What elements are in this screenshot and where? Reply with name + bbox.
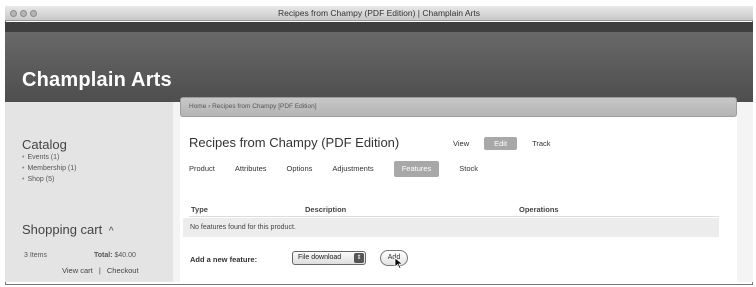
catalog-item-membership[interactable]: Membership (1) — [22, 163, 76, 174]
view-cart-link[interactable]: View cart — [62, 266, 93, 275]
zoom-window-icon[interactable] — [30, 10, 37, 17]
window-title: Recipes from Champy (PDF Edition) | Cham… — [277, 8, 481, 18]
catalog-list: Events (1) Membership (1) Shop (5) — [22, 152, 76, 185]
add-feature-label: Add a new feature: — [190, 255, 258, 264]
page-title: Recipes from Champy (PDF Edition) — [189, 135, 400, 150]
column-type: Type — [191, 205, 208, 214]
window-titlebar: Recipes from Champy (PDF Edition) | Cham… — [5, 6, 753, 21]
subtab-adjustments[interactable]: Adjustments — [332, 161, 373, 177]
catalog-block-title: Catalog — [22, 137, 67, 152]
breadcrumb[interactable]: Home › Recipes from Champy [PDF Edition] — [180, 97, 737, 117]
subtab-product[interactable]: Product — [189, 161, 215, 177]
site-name[interactable]: Champlain Arts — [22, 69, 172, 92]
subtab-attributes[interactable]: Attributes — [235, 161, 267, 177]
cart-items-count: 3 Items — [24, 252, 47, 259]
feature-type-selected: File download — [298, 254, 342, 261]
primary-tabs: View Edit Track — [446, 137, 558, 150]
table-row: No features found for this product. — [183, 218, 719, 237]
close-window-icon[interactable] — [10, 10, 17, 17]
checkout-link[interactable]: Checkout — [107, 266, 139, 275]
subtab-features[interactable]: Features — [393, 161, 440, 177]
minimize-window-icon[interactable] — [20, 10, 27, 17]
tab-track[interactable]: Track — [525, 137, 557, 150]
tab-view[interactable]: View — [446, 137, 476, 150]
subtab-stock[interactable]: Stock — [459, 161, 478, 177]
select-arrows-icon: ⇕ — [354, 253, 364, 263]
column-operations: Operations — [519, 205, 559, 214]
cart-links-separator: | — [98, 266, 101, 275]
catalog-item-events[interactable]: Events (1) — [22, 152, 76, 163]
mouse-pointer-icon — [394, 257, 404, 269]
cart-total-label: Total: — [94, 252, 113, 259]
subtab-options[interactable]: Options — [287, 161, 313, 177]
cart-title-text: Shopping cart — [22, 222, 103, 237]
tab-edit[interactable]: Edit — [484, 137, 518, 150]
column-description: Description — [305, 205, 347, 214]
window-controls — [10, 10, 37, 17]
cart-total-value: $40.00 — [114, 252, 136, 259]
cart-block-title[interactable]: Shopping cart ^ — [22, 222, 114, 237]
cart-total: Total: $40.00 — [94, 252, 136, 259]
catalog-item-shop[interactable]: Shop (5) — [22, 174, 76, 185]
feature-type-select[interactable]: File download ⇕ — [292, 251, 366, 265]
header-top-strip — [5, 22, 753, 32]
secondary-tabs: Product Attributes Options Adjustments F… — [189, 161, 498, 177]
caret-up-icon[interactable]: ^ — [109, 226, 114, 237]
features-table-header: Type Description Operations — [189, 203, 719, 217]
cart-links: View cart | Checkout — [62, 266, 139, 275]
